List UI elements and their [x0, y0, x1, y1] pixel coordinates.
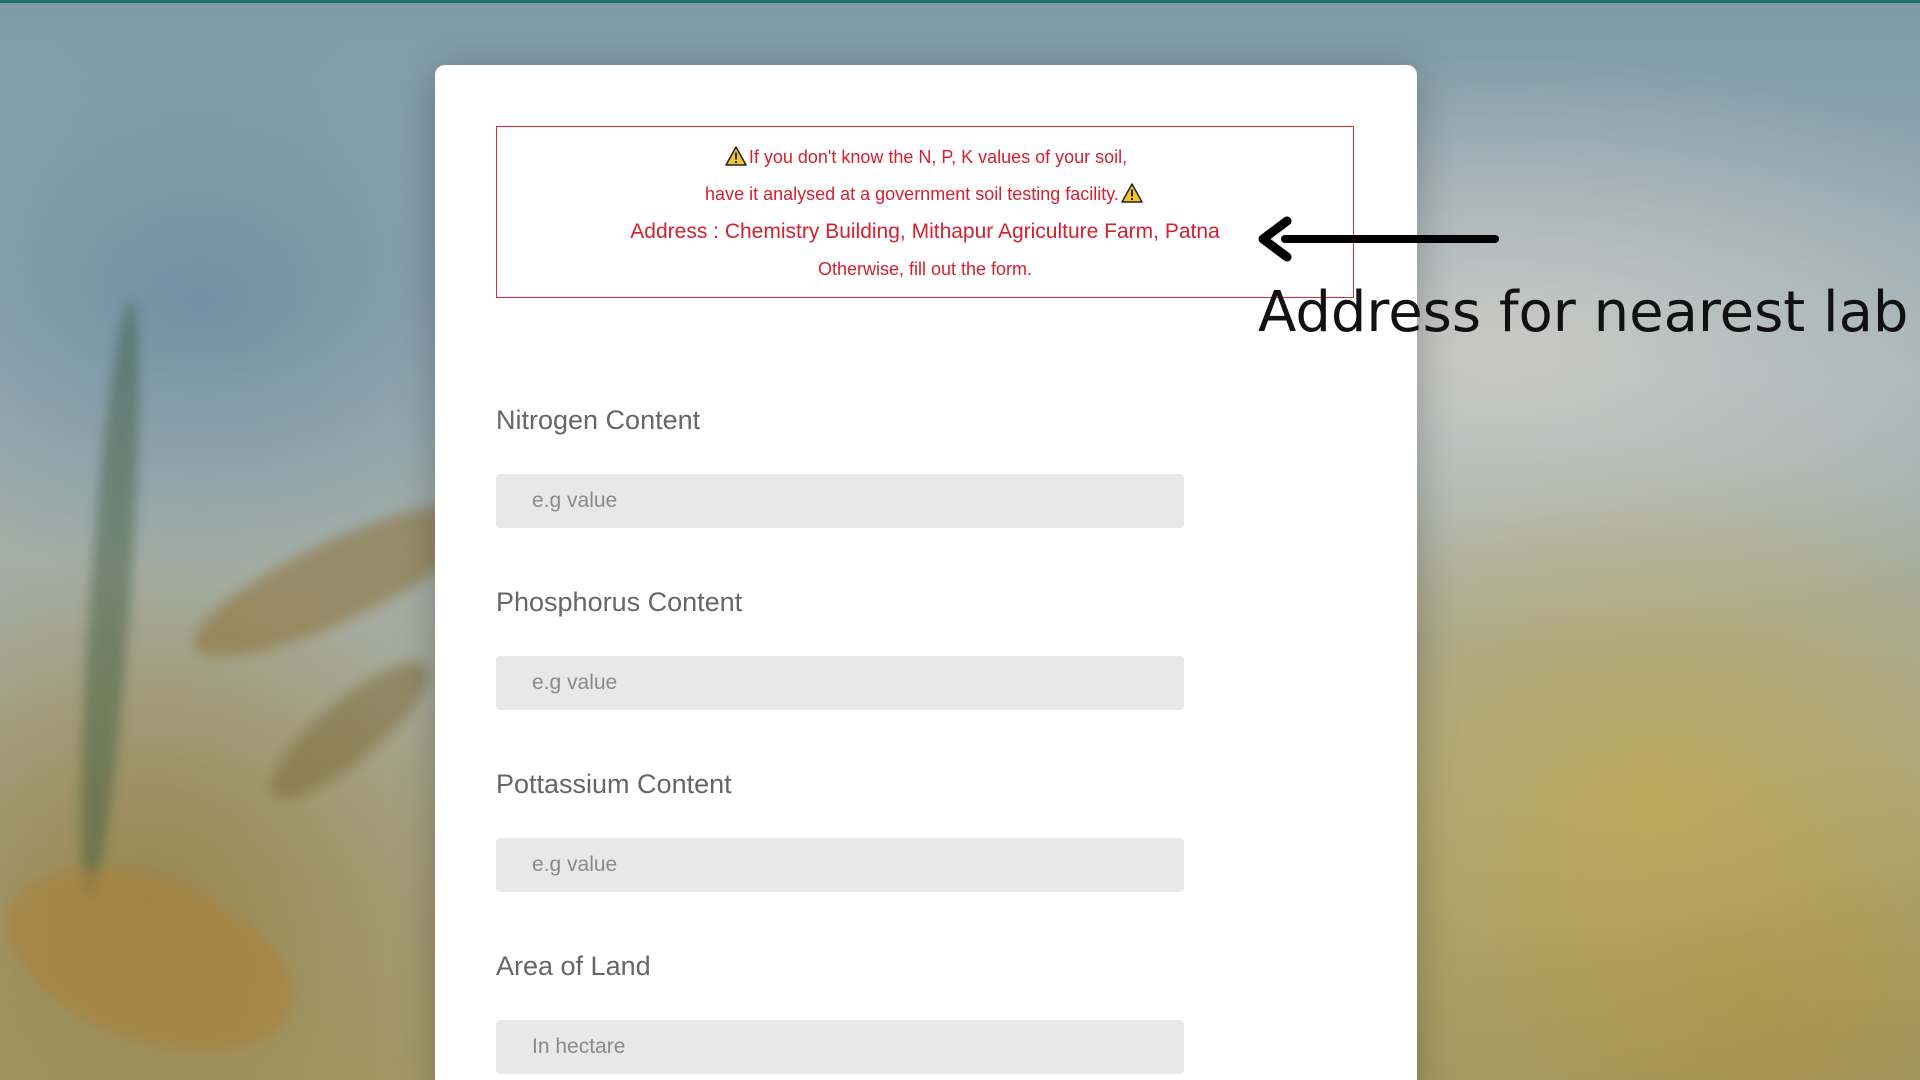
potassium-label: Pottassium Content: [496, 769, 732, 799]
area-label: Area of Land: [496, 951, 651, 981]
nitrogen-label: Nitrogen Content: [496, 405, 701, 435]
area-input[interactable]: [496, 1020, 1184, 1074]
notice-line-1-text: If you don't know the N, P, K values of …: [748, 147, 1128, 167]
phosphorus-input[interactable]: [496, 656, 1184, 710]
background-stalk: [254, 642, 446, 818]
top-accent-bar: [0, 0, 1920, 3]
warning-triangle-icon: [1121, 183, 1143, 203]
warning-triangle-icon: [725, 146, 747, 166]
notice-line-4: Otherwise, fill out the form.: [817, 259, 1033, 279]
phosphorus-label: Phosphorus Content: [496, 587, 743, 617]
notice-line-1: If you don't know the N, P, K values of …: [497, 146, 1353, 168]
left-arrow-icon: [1258, 216, 1499, 262]
background-stalk: [69, 299, 151, 901]
background-stalk: [0, 833, 319, 1080]
soil-testing-notice: If you don't know the N, P, K values of …: [496, 126, 1354, 298]
notice-line-2-text: have it analysed at a government soil te…: [705, 184, 1119, 204]
notice-line-2: have it analysed at a government soil te…: [497, 183, 1353, 205]
nitrogen-input[interactable]: [496, 474, 1184, 528]
potassium-input[interactable]: [496, 838, 1184, 892]
lab-address: Address : Chemistry Building, Mithapur A…: [630, 220, 1220, 243]
annotation-label: Address for nearest lab: [1258, 280, 1909, 345]
